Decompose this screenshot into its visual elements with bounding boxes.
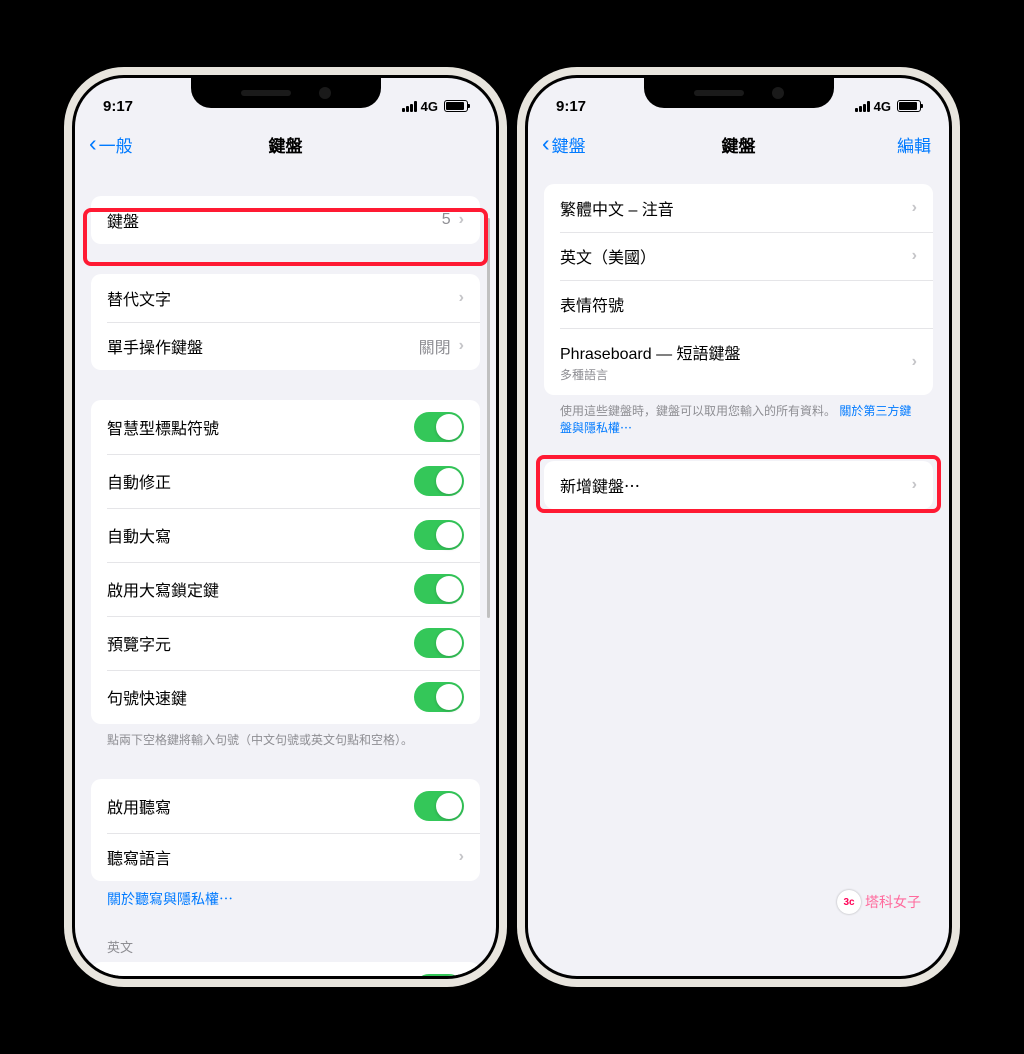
notch	[191, 78, 381, 108]
keyboard-emoji-row[interactable]: 表情符號	[544, 280, 933, 328]
auto-correct-toggle[interactable]	[414, 466, 464, 496]
screen-right: 9:17 4G ‹ 鍵盤 鍵盤 編輯 繁體中文 – 注音	[528, 78, 949, 976]
period-shortcut-label: 句號快速鍵	[107, 685, 414, 709]
one-handed-value: 關閉	[419, 334, 451, 358]
chevron-right-icon: ›	[912, 353, 917, 371]
chevron-right-icon: ›	[459, 848, 464, 866]
back-button[interactable]: ‹ 一般	[89, 132, 133, 157]
auto-correct-row: 自動修正	[91, 454, 480, 508]
dictation-row: 啟用聽寫	[91, 779, 480, 833]
keyboards-label: 鍵盤	[107, 208, 442, 232]
smart-punctuation-toggle[interactable]	[414, 412, 464, 442]
phraseboard-sub: 多種語言	[560, 366, 912, 383]
section-english: 英文	[91, 917, 480, 962]
back-button[interactable]: ‹ 鍵盤	[542, 132, 586, 157]
one-handed-label: 單手操作鍵盤	[107, 334, 419, 358]
chevron-right-icon: ›	[912, 199, 917, 217]
third-party-footer: 使用這些鍵盤時，鍵盤可以取用您輸入的所有資料。 關於第三方鍵盤與隱私權⋯	[544, 395, 933, 437]
page-title: 鍵盤	[75, 132, 496, 157]
smart-punctuation-label: 智慧型標點符號	[107, 415, 414, 439]
content-scroll[interactable]: 鍵盤 5 › 替代文字 › 單手操作鍵盤 關閉 ›	[75, 166, 496, 976]
notch	[644, 78, 834, 108]
keyboard-zh-label: 繁體中文 – 注音	[560, 196, 912, 220]
chevron-left-icon: ‹	[89, 132, 97, 155]
chevron-right-icon: ›	[912, 247, 917, 265]
char-preview-label: 預覽字元	[107, 631, 414, 655]
period-footer: 點兩下空格鍵將輸入句號（中文句號或英文句點和空格）。	[91, 724, 480, 749]
keyboards-value: 5	[442, 211, 451, 229]
footer-text: 使用這些鍵盤時，鍵盤可以取用您輸入的所有資料。	[560, 404, 836, 418]
screen-left: 9:17 4G ‹ 一般 鍵盤	[75, 78, 496, 976]
caps-lock-row: 啟用大寫鎖定鍵	[91, 562, 480, 616]
text-replacement-label: 替代文字	[107, 286, 459, 310]
check-spelling-row: 檢查拼字	[91, 962, 480, 976]
phone-frame-left: 9:17 4G ‹ 一般 鍵盤	[64, 67, 507, 987]
period-shortcut-toggle[interactable]	[414, 682, 464, 712]
dictation-lang-label: 聽寫語言	[107, 845, 459, 869]
keyboard-en-label: 英文（美國）	[560, 244, 912, 268]
watermark-text: 塔科女子	[865, 892, 921, 912]
chevron-right-icon: ›	[459, 289, 464, 307]
dictation-toggle[interactable]	[414, 791, 464, 821]
watermark: 3c 塔科女子	[837, 890, 921, 914]
phone-frame-right: 9:17 4G ‹ 鍵盤 鍵盤 編輯 繁體中文 – 注音	[517, 67, 960, 987]
scroll-indicator[interactable]	[487, 218, 490, 618]
back-label: 一般	[99, 132, 133, 157]
phone-bezel: 9:17 4G ‹ 一般 鍵盤	[72, 75, 499, 979]
one-handed-row[interactable]: 單手操作鍵盤 關閉 ›	[91, 322, 480, 370]
phraseboard-title: Phraseboard — 短語鍵盤	[560, 340, 912, 364]
edit-button[interactable]: 編輯	[897, 132, 931, 157]
smart-punctuation-row: 智慧型標點符號	[91, 400, 480, 454]
char-preview-toggle[interactable]	[414, 628, 464, 658]
carrier-label: 4G	[421, 99, 438, 114]
dictation-lang-row[interactable]: 聽寫語言 ›	[91, 833, 480, 881]
chevron-left-icon: ‹	[542, 132, 550, 155]
chevron-right-icon: ›	[459, 211, 464, 229]
chevron-right-icon: ›	[459, 337, 464, 355]
signal-icon	[855, 101, 870, 112]
keyboards-row[interactable]: 鍵盤 5 ›	[91, 196, 480, 244]
battery-icon	[897, 100, 921, 112]
battery-icon	[444, 100, 468, 112]
add-keyboard-label: 新增鍵盤⋯	[560, 473, 912, 497]
add-keyboard-row[interactable]: 新增鍵盤⋯ ›	[544, 461, 933, 509]
page-title: 鍵盤	[528, 132, 949, 157]
keyboard-zh-row[interactable]: 繁體中文 – 注音 ›	[544, 184, 933, 232]
keyboard-phraseboard-row[interactable]: Phraseboard — 短語鍵盤 多種語言 ›	[544, 328, 933, 395]
chevron-right-icon: ›	[912, 476, 917, 494]
avatar-icon: 3c	[837, 890, 861, 914]
content-scroll[interactable]: 繁體中文 – 注音 › 英文（美國） › 表情符號 Phraseboard — …	[528, 166, 949, 976]
auto-correct-label: 自動修正	[107, 469, 414, 493]
auto-cap-toggle[interactable]	[414, 520, 464, 550]
caps-lock-toggle[interactable]	[414, 574, 464, 604]
keyboard-emoji-label: 表情符號	[560, 292, 917, 316]
auto-cap-row: 自動大寫	[91, 508, 480, 562]
keyboard-en-row[interactable]: 英文（美國） ›	[544, 232, 933, 280]
text-replacement-row[interactable]: 替代文字 ›	[91, 274, 480, 322]
period-shortcut-row: 句號快速鍵	[91, 670, 480, 724]
back-label: 鍵盤	[552, 132, 586, 157]
dictation-privacy-link[interactable]: 關於聽寫與隱私權⋯	[91, 881, 480, 917]
char-preview-row: 預覽字元	[91, 616, 480, 670]
check-spelling-toggle[interactable]	[414, 974, 464, 976]
dictation-label: 啟用聽寫	[107, 794, 414, 818]
nav-bar: ‹ 鍵盤 鍵盤 編輯	[528, 122, 949, 166]
carrier-label: 4G	[874, 99, 891, 114]
caps-lock-label: 啟用大寫鎖定鍵	[107, 577, 414, 601]
signal-icon	[402, 101, 417, 112]
auto-cap-label: 自動大寫	[107, 523, 414, 547]
nav-bar: ‹ 一般 鍵盤	[75, 122, 496, 166]
phone-bezel: 9:17 4G ‹ 鍵盤 鍵盤 編輯 繁體中文 – 注音	[525, 75, 952, 979]
